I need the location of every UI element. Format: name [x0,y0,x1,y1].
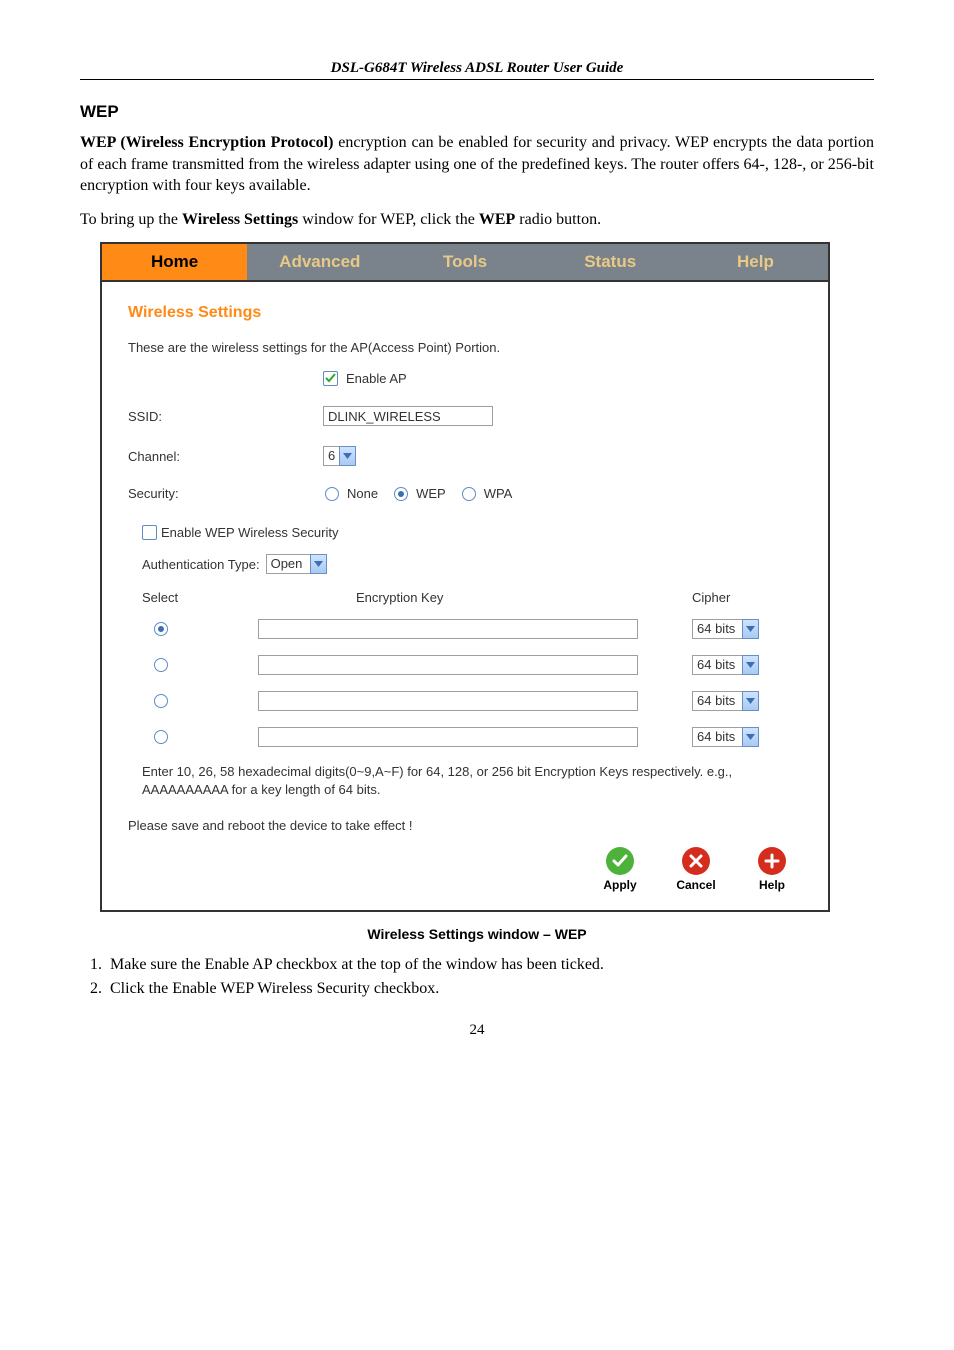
channel-value: 6 [323,446,339,466]
apply-button[interactable] [606,847,634,875]
enable-wep-security-label: Enable WEP Wireless Security [161,525,339,540]
tab-home[interactable]: Home [102,244,247,280]
cancel-button[interactable] [682,847,710,875]
intro-paragraph: WEP (Wireless Encryption Protocol) encry… [80,132,874,197]
enable-ap-label: Enable AP [346,371,407,386]
key-select-radio-3[interactable] [154,694,168,708]
ssid-input[interactable]: DLINK_WIRELESS [323,406,493,426]
auth-type-label: Authentication Type: [142,557,260,572]
key-row-3: 64 bits [142,691,802,711]
hex-note: Enter 10, 26, 58 hexadecimal digits(0~9,… [142,763,802,798]
intro-paragraph-2: To bring up the Wireless Settings window… [80,209,874,231]
screenshot: Home Advanced Tools Status Help Wireless… [100,242,830,912]
security-radio-wep[interactable] [394,487,408,501]
key-select-radio-4[interactable] [154,730,168,744]
cancel-label: Cancel [676,878,715,892]
panel: Wireless Settings These are the wireless… [102,280,828,910]
help-label: Help [759,878,785,892]
key-table-head: Select Encryption Key Cipher [142,590,802,605]
chevron-down-icon [742,655,759,675]
head-encryption-key: Encryption Key [248,590,692,605]
p2a: To bring up the [80,211,182,228]
step-2: Click the Enable WEP Wireless Security c… [106,980,874,998]
encryption-key-input-4[interactable] [258,727,638,747]
channel-select[interactable]: 6 [323,446,356,466]
cipher-value-1: 64 bits [692,619,742,639]
reboot-note: Please save and reboot the device to tak… [128,818,802,833]
help-button[interactable] [758,847,786,875]
p2c: window for WEP, click the [298,211,479,228]
head-select: Select [142,590,248,605]
security-none-label: None [347,486,378,501]
enable-wep-security-checkbox[interactable] [142,525,157,540]
chevron-down-icon [742,691,759,711]
cipher-select-4[interactable]: 64 bits [692,727,759,747]
tab-help[interactable]: Help [683,244,828,280]
p2e: radio button. [515,211,601,228]
chevron-down-icon [742,727,759,747]
section-heading: WEP [80,102,874,122]
wep-term: WEP (Wireless Encryption Protocol) [80,134,333,151]
p2b: Wireless Settings [182,211,298,228]
cipher-select-3[interactable]: 64 bits [692,691,759,711]
key-select-radio-1[interactable] [154,622,168,636]
page-number: 24 [80,1022,874,1039]
cipher-value-3: 64 bits [692,691,742,711]
panel-title: Wireless Settings [128,304,802,322]
ssid-label: SSID: [128,409,323,424]
encryption-key-input-2[interactable] [258,655,638,675]
cipher-value-4: 64 bits [692,727,742,747]
encryption-key-input-1[interactable] [258,619,638,639]
auth-type-select[interactable]: Open [266,554,327,574]
doc-header: DSL-G684T Wireless ADSL Router User Guid… [80,60,874,77]
head-cipher: Cipher [692,590,802,605]
chevron-down-icon [339,446,356,466]
p2d: WEP [479,211,515,228]
enable-ap-checkbox[interactable] [323,371,338,386]
cipher-select-1[interactable]: 64 bits [692,619,759,639]
security-wep-label: WEP [416,486,446,501]
auth-type-value: Open [266,554,310,574]
panel-description: These are the wireless settings for the … [128,340,500,355]
security-radio-none[interactable] [325,487,339,501]
cipher-value-2: 64 bits [692,655,742,675]
security-label: Security: [128,486,323,501]
button-row: Apply Cancel Help [128,847,802,892]
tab-bar: Home Advanced Tools Status Help [102,244,828,280]
tab-advanced[interactable]: Advanced [247,244,392,280]
channel-label: Channel: [128,449,323,464]
tab-tools[interactable]: Tools [392,244,537,280]
cipher-select-2[interactable]: 64 bits [692,655,759,675]
key-row-4: 64 bits [142,727,802,747]
key-row-2: 64 bits [142,655,802,675]
chevron-down-icon [310,554,327,574]
key-select-radio-2[interactable] [154,658,168,672]
apply-label: Apply [603,878,636,892]
rule [80,79,874,80]
security-radio-wpa[interactable] [462,487,476,501]
figure-caption: Wireless Settings window – WEP [80,926,874,942]
encryption-key-input-3[interactable] [258,691,638,711]
step-1: Make sure the Enable AP checkbox at the … [106,956,874,974]
key-row-1: 64 bits [142,619,802,639]
steps-list: Make sure the Enable AP checkbox at the … [80,956,874,998]
chevron-down-icon [742,619,759,639]
tab-status[interactable]: Status [538,244,683,280]
security-wpa-label: WPA [484,486,513,501]
